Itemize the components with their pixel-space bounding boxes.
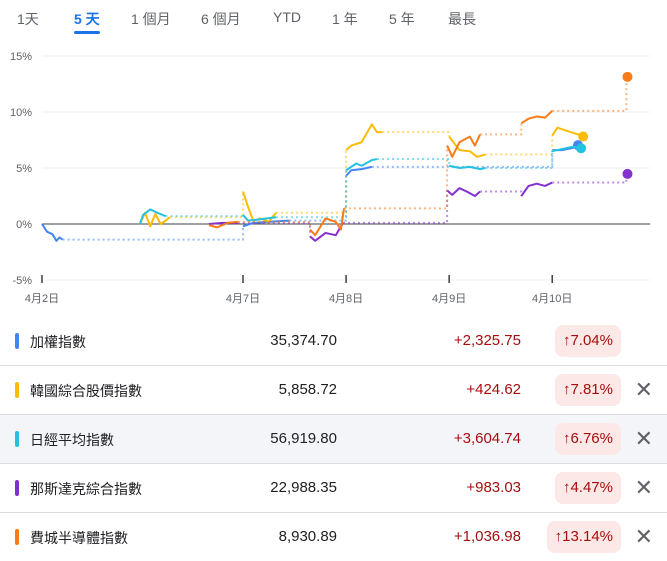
tab-1m[interactable]: 1 個月 bbox=[131, 9, 171, 29]
series-color-swatch bbox=[15, 333, 19, 349]
series-gap-connector bbox=[382, 131, 451, 137]
y-tick-label: 15% bbox=[10, 51, 32, 63]
series-line bbox=[345, 123, 383, 151]
index-price: 35,374.70 bbox=[270, 332, 337, 349]
series-gap-connector bbox=[552, 175, 628, 184]
remove-close-icon[interactable]: ✕ bbox=[635, 523, 653, 551]
x-tick-label: 4月9日 bbox=[432, 293, 466, 305]
series-line bbox=[446, 187, 481, 197]
series-end-dot bbox=[622, 71, 633, 82]
index-name: 費城半導體指數 bbox=[30, 530, 128, 546]
series-gap-connector bbox=[289, 175, 348, 222]
y-tick-label: -5% bbox=[12, 275, 32, 287]
tab-5d[interactable]: 5 天 bbox=[74, 9, 100, 34]
series-gap-connector bbox=[480, 190, 523, 196]
percent-change-badge: ↑4.47% bbox=[554, 472, 621, 504]
index-change: +2,325.75 bbox=[453, 332, 521, 349]
percent-change-badge: ↑7.04% bbox=[554, 325, 621, 357]
remove-close-icon[interactable]: ✕ bbox=[635, 376, 653, 404]
index-change: +983.03 bbox=[466, 479, 521, 496]
range-tabs: 1天 5 天 1 個月 6 個月 YTD 1 年 5 年 最長 bbox=[0, 6, 667, 34]
series-color-swatch bbox=[15, 480, 19, 496]
series-line bbox=[446, 133, 481, 158]
index-name: 那斯達克綜合指數 bbox=[30, 481, 142, 497]
series-gap-connector bbox=[342, 190, 449, 224]
series-end-dot bbox=[622, 168, 633, 179]
series-line bbox=[520, 181, 553, 197]
table-row[interactable]: 費城半導體指數 8,930.89 +1,036.98 ↑13.14% ✕ bbox=[0, 513, 667, 561]
percent-change-badge: ↑6.76% bbox=[554, 423, 621, 455]
tab-5y[interactable]: 5 年 bbox=[389, 9, 415, 29]
index-list: 加權指數 35,374.70 +2,325.75 ↑7.04% 韓國綜合股價指數… bbox=[0, 317, 667, 561]
index-name: 加權指數 bbox=[30, 334, 86, 350]
series-gap-connector bbox=[552, 79, 628, 112]
y-tick-label: 5% bbox=[16, 163, 32, 175]
series-line bbox=[520, 110, 553, 125]
x-tick-label: 4月8日 bbox=[329, 293, 363, 305]
series-color-swatch bbox=[15, 529, 19, 545]
index-price: 22,988.35 bbox=[270, 479, 337, 496]
series-color-swatch bbox=[15, 431, 19, 447]
series-gap-connector bbox=[275, 170, 348, 219]
index-change: +1,036.98 bbox=[453, 528, 521, 545]
series-end-dot bbox=[576, 143, 587, 154]
x-tick-label: 4月10日 bbox=[532, 293, 572, 305]
index-price: 56,919.80 bbox=[270, 430, 337, 447]
table-row[interactable]: 韓國綜合股價指數 5,858.72 +424.62 ↑7.81% ✕ bbox=[0, 366, 667, 415]
index-name: 韓國綜合股價指數 bbox=[30, 383, 142, 399]
series-gap-connector bbox=[485, 135, 554, 156]
table-row[interactable]: 那斯達克綜合指數 22,988.35 +983.03 ↑4.47% ✕ bbox=[0, 464, 667, 513]
x-tick-label: 4月2日 bbox=[25, 293, 59, 305]
remove-close-icon[interactable]: ✕ bbox=[635, 474, 653, 502]
percent-change-badge: ↑13.14% bbox=[546, 521, 621, 553]
index-change: +3,604.74 bbox=[453, 430, 521, 447]
tab-1y[interactable]: 1 年 bbox=[332, 9, 358, 29]
series-gap-connector bbox=[62, 226, 244, 241]
tab-1d[interactable]: 1天 bbox=[17, 9, 39, 29]
table-row[interactable]: 加權指數 35,374.70 +2,325.75 ↑7.04% bbox=[0, 317, 667, 366]
index-price: 8,930.89 bbox=[278, 528, 337, 545]
index-price: 5,858.72 bbox=[278, 381, 337, 398]
y-tick-label: 10% bbox=[10, 107, 32, 119]
table-row[interactable]: 日經平均指數 56,919.80 +3,604.74 ↑6.76% ✕ bbox=[0, 415, 667, 464]
remove-close-icon[interactable]: ✕ bbox=[635, 425, 653, 453]
index-change: +424.62 bbox=[466, 381, 521, 398]
series-gap-connector bbox=[165, 215, 244, 218]
series-line bbox=[448, 164, 486, 171]
series-gap-connector bbox=[275, 150, 348, 214]
comparison-chart[interactable]: 15% 10% 5% 0% -5% 4月2日 4月7日 4月8日 4月9日 4月10日 bbox=[0, 40, 667, 310]
series-end-dot bbox=[578, 131, 589, 142]
series-gap-connector bbox=[344, 145, 449, 210]
x-tick-label: 4月7日 bbox=[226, 293, 260, 305]
percent-change-badge: ↑7.81% bbox=[554, 374, 621, 406]
tab-ytd[interactable]: YTD bbox=[273, 9, 301, 25]
series-gap-connector bbox=[480, 123, 523, 136]
index-name: 日經平均指數 bbox=[30, 432, 114, 448]
series-line bbox=[41, 223, 64, 242]
tab-6m[interactable]: 6 個月 bbox=[201, 9, 241, 29]
series-color-swatch bbox=[15, 382, 19, 398]
y-tick-label: 0% bbox=[16, 219, 32, 231]
series-gap-connector bbox=[377, 158, 451, 166]
series-gap-connector bbox=[169, 191, 244, 219]
tab-max[interactable]: 最長 bbox=[448, 9, 476, 29]
